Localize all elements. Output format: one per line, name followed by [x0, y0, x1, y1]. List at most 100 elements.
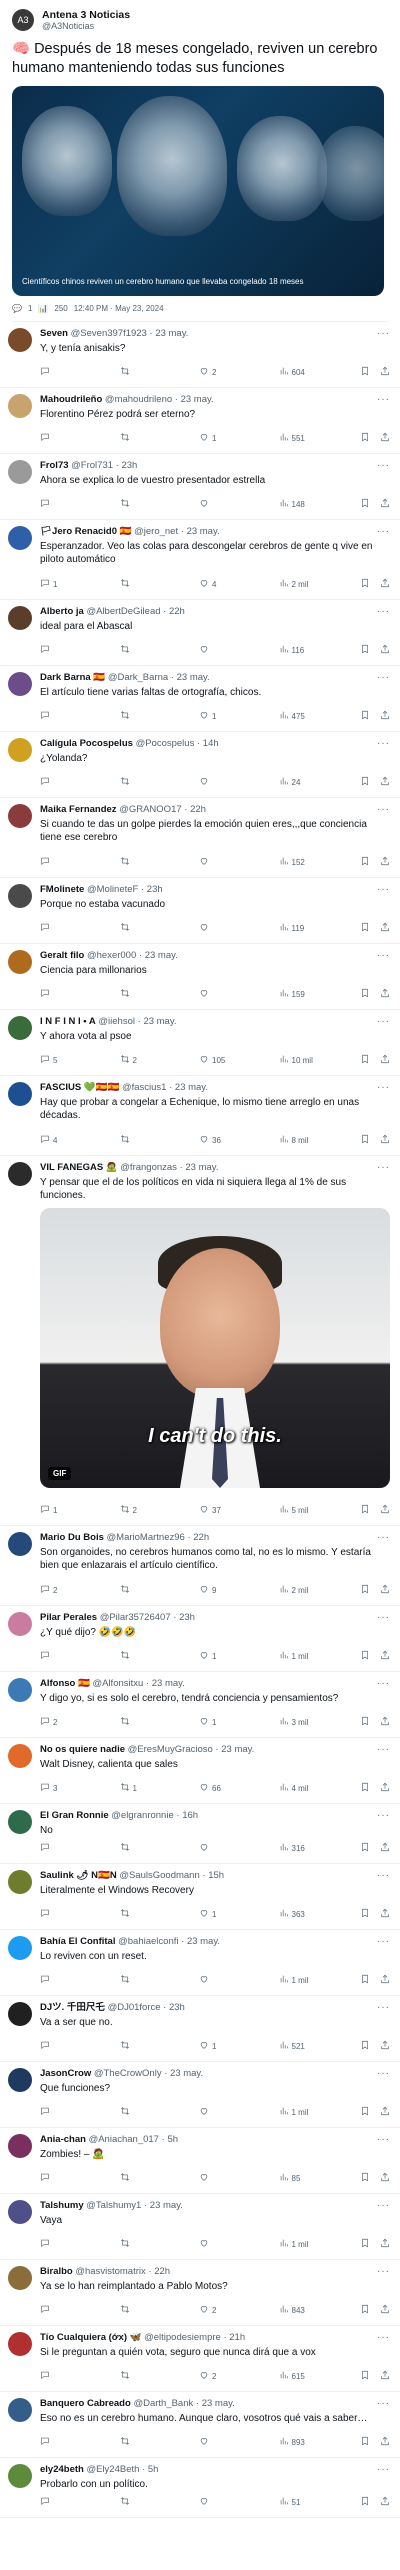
avatar[interactable] — [8, 1082, 32, 1106]
share-icon[interactable] — [380, 773, 390, 791]
reply-time[interactable]: 14h — [203, 738, 219, 749]
avatar[interactable] — [8, 606, 32, 630]
more-options-icon[interactable]: ··· — [377, 460, 390, 471]
avatar[interactable] — [8, 394, 32, 418]
like-button[interactable]: 1 — [199, 1650, 261, 1662]
repost-button[interactable] — [120, 1842, 182, 1854]
avatar[interactable] — [8, 1162, 32, 1186]
reply-button[interactable] — [40, 2496, 102, 2508]
reply-author-name[interactable]: Biralbo — [40, 2266, 73, 2277]
more-options-icon[interactable]: ··· — [377, 884, 390, 895]
repost-button[interactable] — [120, 2304, 182, 2316]
avatar[interactable] — [8, 804, 32, 828]
reply-item[interactable]: Mario Du Bois @MarioMartnez96 · 22h Son … — [0, 1526, 400, 1606]
share-icon[interactable] — [380, 1051, 390, 1069]
reply-item[interactable]: Maika Fernandez @GRANOO17 · 22h Si cuand… — [0, 798, 400, 878]
repost-button[interactable] — [120, 2436, 182, 2448]
bookmark-icon[interactable] — [360, 707, 370, 725]
reply-author-handle[interactable]: @AlbertDeGilead — [86, 606, 160, 617]
repost-button[interactable] — [120, 366, 182, 378]
avatar[interactable] — [8, 1870, 32, 1894]
share-icon[interactable] — [380, 2433, 390, 2451]
more-options-icon[interactable]: ··· — [377, 2398, 390, 2409]
repost-button[interactable] — [120, 2172, 182, 2184]
share-icon[interactable] — [380, 429, 390, 447]
reply-author-name[interactable]: FMolinete — [40, 884, 84, 895]
reply-button[interactable] — [40, 2304, 102, 2316]
reply-time[interactable]: 23 may. — [145, 950, 178, 961]
reply-author-name[interactable]: Mario Du Bois — [40, 1532, 104, 1543]
like-button[interactable] — [199, 644, 261, 656]
reply-item[interactable]: JasonCrow @TheCrowOnly · 23 may. Que fun… — [0, 2062, 400, 2128]
bookmark-icon[interactable] — [360, 641, 370, 659]
bookmark-icon[interactable] — [360, 1647, 370, 1665]
bookmark-icon[interactable] — [360, 2367, 370, 2385]
reply-author-handle[interactable]: @iiehsol — [98, 1016, 135, 1027]
reply-time[interactable]: 5h — [167, 2134, 178, 2145]
reply-item[interactable]: El Gran Ronnie @elgranronnie · 16h No ··… — [0, 1804, 400, 1864]
reply-time[interactable]: 23h — [169, 2002, 185, 2013]
reply-time[interactable]: 23 may. — [187, 526, 220, 537]
repost-button[interactable] — [120, 2496, 182, 2508]
reply-time[interactable]: 23 may. — [221, 1744, 254, 1755]
reply-item[interactable]: ely24beth @Ely24Beth · 5h Probarlo con u… — [0, 2458, 400, 2518]
repost-button[interactable] — [120, 432, 182, 444]
like-button[interactable]: 1 — [199, 1908, 261, 1920]
more-options-icon[interactable]: ··· — [377, 1744, 390, 1755]
bookmark-icon[interactable] — [360, 773, 370, 791]
share-icon[interactable] — [380, 1779, 390, 1797]
like-button[interactable] — [199, 2172, 261, 2184]
share-icon[interactable] — [380, 919, 390, 937]
bookmark-icon[interactable] — [360, 1501, 370, 1519]
avatar[interactable] — [8, 526, 32, 550]
reply-author-name[interactable]: Talshumy — [40, 2200, 84, 2211]
like-button[interactable] — [199, 988, 261, 1000]
like-button[interactable]: 37 — [199, 1504, 261, 1516]
bookmark-icon[interactable] — [360, 1051, 370, 1069]
like-button[interactable] — [199, 2496, 261, 2508]
reply-author-handle[interactable]: @hasvistomatrix — [75, 2266, 145, 2277]
avatar[interactable] — [8, 2398, 32, 2422]
reply-button[interactable] — [40, 776, 102, 788]
reply-time[interactable]: 22h — [154, 2266, 170, 2277]
views-button[interactable]: 615 — [279, 2370, 341, 2382]
reply-time[interactable]: 5h — [148, 2464, 159, 2475]
share-icon[interactable] — [380, 2301, 390, 2319]
more-options-icon[interactable]: ··· — [377, 1678, 390, 1689]
reply-time[interactable]: 23 may. — [152, 1678, 185, 1689]
reply-time[interactable]: 23 may. — [150, 2200, 183, 2211]
reply-author-name[interactable]: Geralt filo — [40, 950, 84, 961]
post-timestamp[interactable]: 12:40 PM · May 23, 2024 — [74, 304, 164, 313]
share-icon[interactable] — [380, 495, 390, 513]
reply-item[interactable]: FMolinete @MolineteF · 23h Porque no est… — [0, 878, 400, 944]
repost-button[interactable] — [120, 578, 182, 590]
reply-time[interactable]: 23h — [179, 1612, 195, 1623]
reply-button[interactable] — [40, 710, 102, 722]
reply-author-name[interactable]: Alfonso 🇪🇸 — [40, 1678, 90, 1689]
like-button[interactable]: 2 — [199, 366, 261, 378]
reply-author-handle[interactable]: @Darth_Bank — [133, 2398, 193, 2409]
avatar[interactable] — [8, 2068, 32, 2092]
avatar[interactable] — [8, 2200, 32, 2224]
reply-time[interactable]: 23 may. — [155, 328, 188, 339]
reply-time[interactable]: 23 may. — [187, 1936, 220, 1947]
reply-item[interactable]: I N F I N I • A @iiehsol · 23 may. Y aho… — [0, 1010, 400, 1076]
more-options-icon[interactable]: ··· — [377, 394, 390, 405]
views-button[interactable]: 604 — [279, 366, 341, 378]
reply-time[interactable]: 22h — [190, 804, 206, 815]
avatar[interactable] — [8, 2134, 32, 2158]
reply-author-name[interactable]: El Gran Ronnie — [40, 1810, 109, 1821]
reply-item[interactable]: FASCIUS 💚🇪🇸🇪🇸 @fascius1 · 23 may. Hay qu… — [0, 1076, 400, 1156]
reply-author-handle[interactable]: @Pilar35726407 — [100, 1612, 171, 1623]
reply-author-handle[interactable]: @DJ01force — [108, 2002, 161, 2013]
reply-author-name[interactable]: Seven — [40, 328, 68, 339]
reply-button[interactable] — [40, 2370, 102, 2382]
reply-author-name[interactable]: FASCIUS 💚🇪🇸🇪🇸 — [40, 1082, 119, 1093]
views-button[interactable]: 4 mil — [279, 1782, 341, 1794]
avatar[interactable] — [8, 2464, 32, 2488]
repost-button[interactable]: 2 — [120, 1504, 182, 1516]
more-options-icon[interactable]: ··· — [377, 1082, 390, 1093]
reply-author-name[interactable]: ely24beth — [40, 2464, 84, 2475]
like-button[interactable]: 1 — [199, 2040, 261, 2052]
repost-button[interactable]: 1 — [120, 1782, 182, 1794]
